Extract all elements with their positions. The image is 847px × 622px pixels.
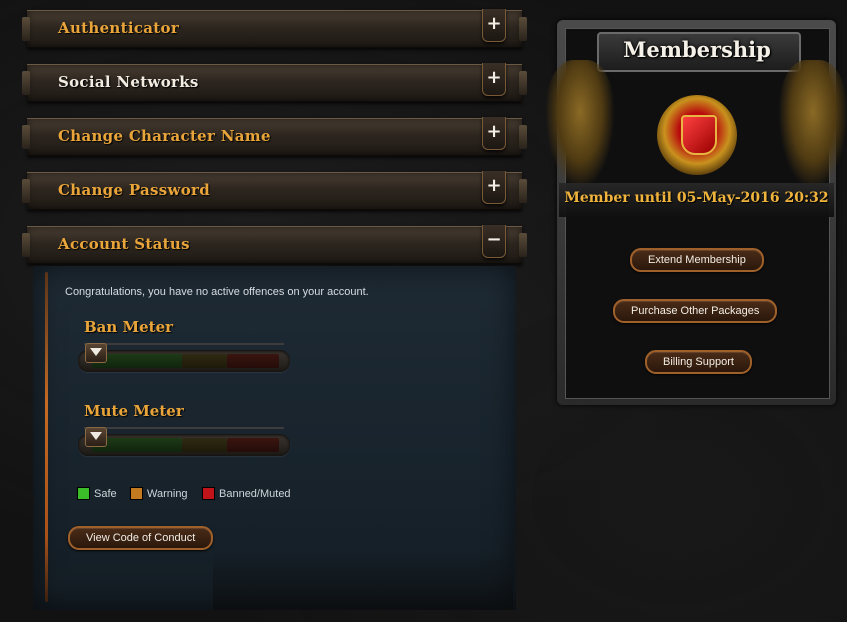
expand-button[interactable]: + (482, 171, 506, 204)
ban-meter-title: Ban Meter (84, 318, 174, 336)
status-message: Congratulations, you have no active offe… (65, 286, 369, 298)
expand-button[interactable]: + (482, 63, 506, 96)
meter-rule (84, 343, 284, 345)
section-account-status[interactable]: Account Status − (22, 225, 527, 264)
purchase-other-packages-button[interactable]: Purchase Other Packages (613, 299, 778, 323)
meter-pointer-icon (85, 343, 107, 363)
meter-warning-zone (182, 354, 227, 368)
section-label: Social Networks (58, 73, 199, 91)
minus-icon: − (486, 229, 502, 250)
extend-membership-button[interactable]: Extend Membership (630, 248, 764, 272)
section-label: Change Password (58, 181, 211, 199)
safe-swatch-icon (77, 487, 90, 500)
plus-icon: + (486, 175, 502, 196)
section-change-password[interactable]: Change Password + (22, 171, 527, 210)
panel-texture (213, 550, 513, 610)
meter-rule (84, 427, 284, 429)
view-code-of-conduct-button[interactable]: View Code of Conduct (68, 526, 214, 550)
meter-pointer-icon (85, 427, 107, 447)
expand-button[interactable]: + (482, 117, 506, 150)
membership-title: Membership (623, 37, 771, 62)
membership-expiry: Member until 05-May-2016 20:32 (564, 190, 829, 206)
section-change-character-name[interactable]: Change Character Name + (22, 117, 527, 156)
section-label: Change Character Name (58, 127, 271, 145)
section-authenticator[interactable]: Authenticator + (22, 9, 527, 48)
section-label: Authenticator (58, 19, 180, 37)
meter-track (78, 350, 290, 372)
plus-icon: + (486, 13, 502, 34)
decorative-divider (45, 272, 48, 602)
meter-warning-zone (182, 438, 227, 452)
shield-gem-icon (681, 115, 717, 155)
mute-meter (78, 427, 290, 457)
legend-banned: Banned/Muted (202, 487, 291, 500)
plus-icon: + (486, 121, 502, 142)
membership-box: Membership Member until 05-May-2016 20:3… (545, 20, 847, 405)
right-dragon-icon (778, 60, 847, 190)
legend-safe: Safe (77, 487, 117, 500)
collapse-button[interactable]: − (482, 225, 506, 258)
ban-meter (78, 343, 290, 373)
plus-icon: + (486, 67, 502, 88)
meter-track (78, 434, 290, 456)
meter-banned-zone (227, 354, 279, 368)
left-dragon-icon (545, 60, 615, 190)
legend-label: Safe (94, 487, 117, 500)
banned-swatch-icon (202, 487, 215, 500)
legend-label: Banned/Muted (219, 487, 291, 500)
warning-swatch-icon (130, 487, 143, 500)
expand-button[interactable]: + (482, 9, 506, 42)
meter-banned-zone (227, 438, 279, 452)
billing-support-button[interactable]: Billing Support (645, 350, 752, 374)
mute-meter-title: Mute Meter (84, 402, 184, 420)
account-status-panel: Congratulations, you have no active offe… (33, 266, 516, 610)
legend-label: Warning (147, 487, 188, 500)
section-social-networks[interactable]: Social Networks + (22, 63, 527, 102)
legend-warning: Warning (130, 487, 188, 500)
section-label: Account Status (58, 235, 190, 253)
